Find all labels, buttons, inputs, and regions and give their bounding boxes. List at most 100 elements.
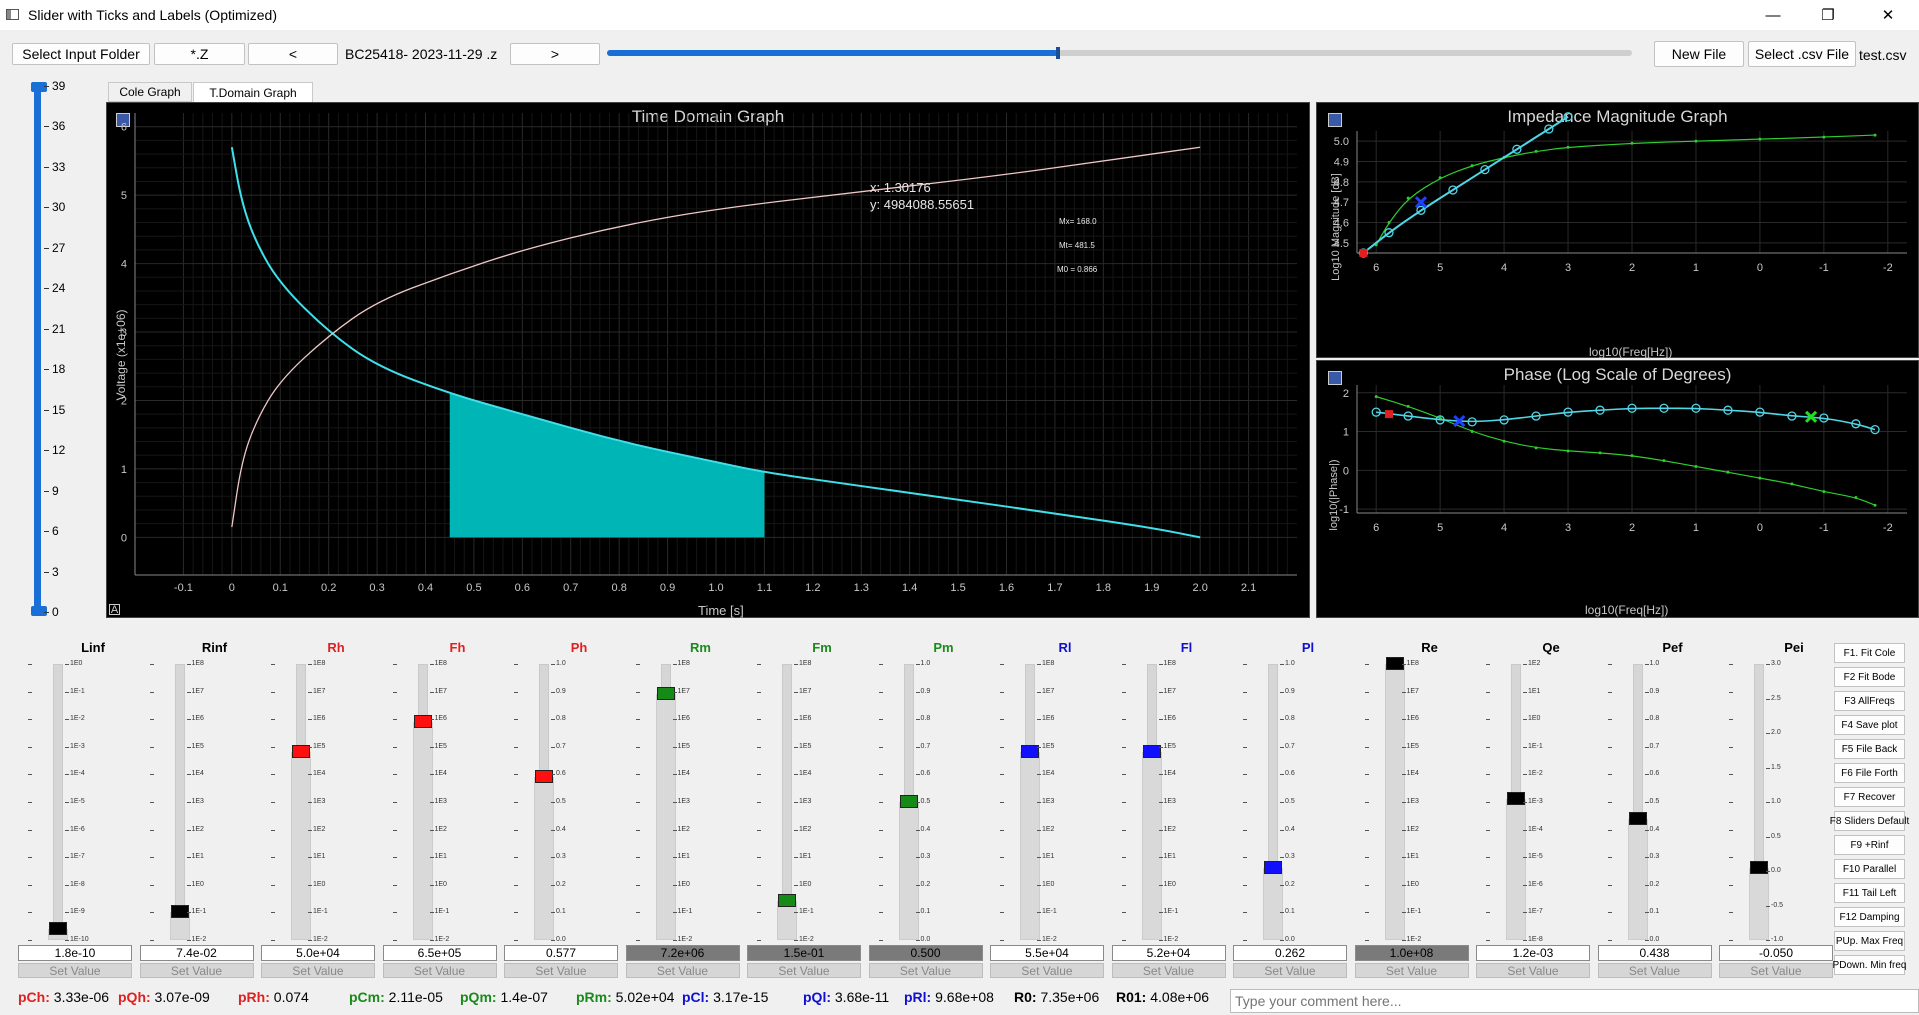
slider-tick bbox=[392, 746, 397, 748]
note-m0: M0 = 0.866 bbox=[1057, 265, 1098, 274]
param-value-field[interactable]: 1.2e-03 bbox=[1476, 945, 1590, 961]
select-input-folder-button[interactable]: Select Input Folder bbox=[12, 43, 150, 65]
phase-graph-canvas: 6 5 4 3 2 1 0 -1 -2 2 1 0 -1 bbox=[1339, 385, 1907, 534]
param-value-field[interactable]: 1.0e+08 bbox=[1354, 945, 1469, 961]
set-value-button[interactable]: Set Value bbox=[990, 963, 1104, 978]
param-value-field[interactable]: 1.8e-10 bbox=[18, 945, 132, 961]
main-index-handle[interactable] bbox=[31, 82, 47, 92]
close-button[interactable]: ✕ bbox=[1865, 0, 1911, 30]
slider-tick bbox=[878, 912, 883, 914]
high-freq-marker bbox=[1384, 410, 1393, 419]
function-key-button[interactable]: F1. Fit Cole bbox=[1834, 643, 1905, 663]
set-value-button[interactable]: Set Value bbox=[1719, 963, 1833, 978]
param-slider-handle[interactable] bbox=[535, 770, 553, 784]
slider-scale-label: 1E3 bbox=[313, 798, 326, 805]
param-value-field[interactable]: 5.5e+04 bbox=[990, 945, 1104, 961]
function-key-button[interactable]: PUp. Max Freq bbox=[1834, 931, 1905, 951]
param-value-field[interactable]: 0.438 bbox=[1597, 945, 1712, 961]
param-value-field[interactable]: 5.0e+04 bbox=[261, 945, 375, 961]
phase-graph[interactable]: Phase (Log Scale of Degrees) 6 5 4 3 2 1 0 -1 -2… bbox=[1316, 360, 1919, 618]
param-slider-handle[interactable] bbox=[1750, 861, 1768, 875]
slider-tick bbox=[28, 719, 32, 721]
stat-label: pCh: bbox=[18, 989, 50, 1005]
set-value-button[interactable]: Set Value bbox=[382, 963, 497, 978]
slider-scale-label: 1E1 bbox=[677, 853, 690, 861]
set-value-button[interactable]: Set Value bbox=[868, 963, 983, 978]
slider-scale-label: 1.0 bbox=[1285, 660, 1295, 667]
function-key-button[interactable]: F11 Tail Left bbox=[1834, 883, 1905, 903]
next-file-button[interactable]: > bbox=[510, 43, 600, 65]
maximize-button[interactable]: ❐ bbox=[1805, 0, 1851, 30]
slider-scale-label: 1E-1 bbox=[191, 908, 207, 916]
param-slider-handle[interactable] bbox=[1628, 811, 1647, 825]
time-domain-graph[interactable]: Time Domain Graph -0.1 0 0.1 0.2 0.3 0.4 0.5 0.… bbox=[106, 102, 1310, 618]
file-position-handle[interactable] bbox=[1056, 47, 1060, 59]
slider-tick bbox=[1607, 857, 1612, 859]
set-value-button[interactable]: Set Value bbox=[1597, 963, 1712, 978]
function-key-button[interactable]: F2 Fit Bode bbox=[1834, 667, 1905, 687]
param-value-field[interactable]: 0.577 bbox=[504, 945, 618, 961]
slider-tick bbox=[271, 884, 275, 886]
prev-file-button[interactable]: < bbox=[248, 43, 338, 65]
set-value-button[interactable]: Set Value bbox=[1476, 963, 1590, 978]
set-value-button[interactable]: Set Value bbox=[1233, 963, 1347, 978]
main-index-slider[interactable] bbox=[34, 84, 41, 614]
param-slider-handle[interactable] bbox=[778, 894, 796, 908]
param-slider-linf[interactable] bbox=[53, 664, 63, 940]
set-value-button[interactable]: Set Value bbox=[261, 963, 375, 978]
slider-tick bbox=[186, 940, 191, 941]
function-key-button[interactable]: F8 Sliders Default bbox=[1830, 811, 1909, 831]
tab-time-domain-graph[interactable]: T.Domain Graph bbox=[193, 82, 313, 102]
select-csv-button[interactable]: Select .csv File bbox=[1748, 41, 1856, 67]
function-key-button[interactable]: PDown. Min freq bbox=[1833, 955, 1906, 975]
param-value-field[interactable]: 0.500 bbox=[868, 945, 983, 961]
param-slider-fill bbox=[655, 694, 676, 940]
function-key-button[interactable]: F9 +Rinf bbox=[1834, 835, 1905, 855]
param-value-field[interactable]: -0.050 bbox=[1719, 945, 1833, 961]
param-slider-rinf[interactable] bbox=[174, 664, 185, 940]
param-slider-handle[interactable] bbox=[656, 687, 675, 701]
param-value-field[interactable]: 6.5e+05 bbox=[382, 945, 497, 961]
main-slider-tick-label: 12 bbox=[52, 443, 66, 458]
slider-scale-label: 1E6 bbox=[1163, 715, 1176, 723]
minimize-button[interactable]: — bbox=[1750, 0, 1796, 30]
slider-tick bbox=[1523, 691, 1527, 693]
x-tick-label: 4 bbox=[1501, 522, 1507, 534]
function-key-button[interactable]: F12 Damping bbox=[1834, 907, 1905, 927]
param-value-field[interactable]: 5.2e+04 bbox=[1111, 945, 1226, 961]
new-file-button[interactable]: New File bbox=[1654, 41, 1744, 67]
set-value-button[interactable]: Set Value bbox=[139, 963, 254, 978]
function-key-button[interactable]: F6 File Forth bbox=[1834, 763, 1905, 783]
extension-z-button[interactable]: *.Z bbox=[154, 43, 245, 65]
tab-cole-graph[interactable]: Cole Graph bbox=[108, 82, 192, 102]
comment-input[interactable] bbox=[1230, 989, 1919, 1013]
auto-range-icon[interactable]: A bbox=[109, 604, 120, 616]
param-slider-handle[interactable] bbox=[1507, 792, 1525, 806]
param-value-field[interactable]: 7.4e-02 bbox=[139, 945, 254, 961]
x-tick-label: 0.3 bbox=[369, 582, 384, 594]
set-value-button[interactable]: Set Value bbox=[747, 963, 861, 978]
slider-scale-label: 1E6 bbox=[313, 715, 326, 723]
set-value-button[interactable]: Set Value bbox=[625, 963, 740, 978]
function-key-button[interactable]: F3 AllFreqs bbox=[1834, 691, 1905, 711]
file-position-slider[interactable] bbox=[607, 47, 1632, 59]
set-value-button[interactable]: Set Value bbox=[1111, 963, 1226, 978]
param-slider-handle[interactable] bbox=[413, 714, 432, 728]
function-key-button[interactable]: F7 Recover bbox=[1834, 787, 1905, 807]
function-key-button[interactable]: F5 File Back bbox=[1834, 739, 1905, 759]
param-value-field[interactable]: 7.2e+06 bbox=[625, 945, 740, 961]
function-key-button[interactable]: F4 Save plot bbox=[1834, 715, 1905, 735]
set-value-button[interactable]: Set Value bbox=[504, 963, 618, 978]
param-value-field[interactable]: 0.262 bbox=[1233, 945, 1347, 961]
param-slider-handle[interactable] bbox=[1264, 861, 1282, 875]
param-slider-handle[interactable] bbox=[49, 921, 67, 935]
slider-tick bbox=[1523, 802, 1527, 803]
set-value-button[interactable]: Set Value bbox=[1354, 963, 1469, 978]
function-key-button[interactable]: F10 Parallel bbox=[1834, 859, 1905, 879]
param-value-field[interactable]: 1.5e-01 bbox=[747, 945, 861, 961]
slider-tick bbox=[429, 884, 434, 886]
set-value-button[interactable]: Set Value bbox=[18, 963, 132, 978]
impedance-magnitude-graph[interactable]: Impedance Magnitude Graph 6 5 4 3 2 1 0 -1 -2 4.5… bbox=[1316, 102, 1919, 359]
slider-tick bbox=[757, 691, 761, 693]
slider-tick bbox=[915, 664, 920, 665]
